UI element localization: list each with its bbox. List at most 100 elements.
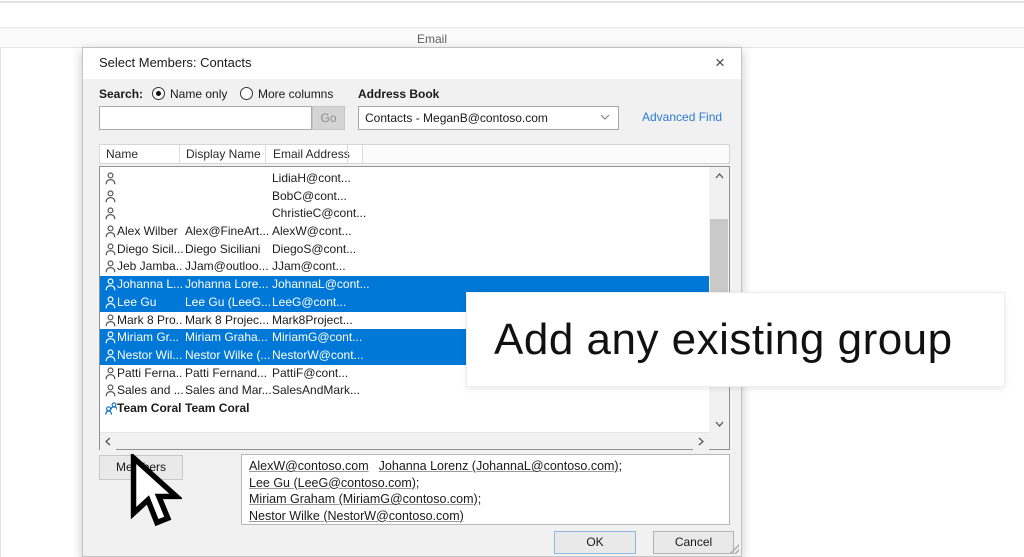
address-book-label: Address Book — [358, 87, 439, 101]
members-field[interactable]: AlexW@contoso.comJohanna Lorenz (Johanna… — [241, 454, 730, 525]
person-icon — [105, 207, 117, 220]
contact-name: Patti Ferna... — [117, 366, 183, 380]
contact-email: DiegoS@cont... — [272, 242, 472, 256]
vertical-scroll-thumb[interactable] — [710, 219, 728, 302]
contact-email: Mark8Project... — [272, 313, 472, 327]
contact-name: Miriam Gr... — [117, 330, 183, 344]
column-header-display-name[interactable]: Display Name — [186, 147, 261, 161]
contact-display-name: Lee Gu (LeeG... — [185, 295, 271, 309]
header-separator — [362, 145, 363, 163]
list-item[interactable]: Jeb Jamba...JJam@outloo...JJam@cont... — [100, 258, 709, 276]
contact-display-name: Diego Siciliani — [185, 242, 271, 256]
dialog-title: Select Members: Contacts — [99, 55, 251, 70]
members-line: Nestor Wilke (NestorW@contoso.com) — [249, 508, 722, 525]
go-button[interactable]: Go — [312, 106, 345, 130]
contact-name: Jeb Jamba... — [117, 259, 183, 273]
members-line: Lee Gu (LeeG@contoso.com); — [249, 475, 722, 492]
mouse-cursor-icon — [124, 454, 182, 528]
list-item[interactable]: ChristieC@cont... — [100, 205, 709, 223]
contact-display-name: Mark 8 Projec... — [185, 313, 271, 327]
list-item[interactable]: BobC@cont... — [100, 188, 709, 206]
person-icon — [105, 278, 117, 291]
contact-name: Lee Gu — [117, 295, 183, 309]
contact-email: MiriamG@cont... — [272, 330, 472, 344]
person-icon — [105, 331, 117, 344]
background-email-column-label: Email — [417, 32, 447, 46]
column-header-name[interactable]: Name — [106, 147, 138, 161]
contact-display-name: Patti Fernand... — [185, 366, 271, 380]
radio-name-only[interactable] — [152, 87, 165, 100]
group-icon — [105, 402, 117, 415]
resize-grip[interactable] — [729, 544, 739, 554]
column-header-email-address[interactable]: Email Address — [273, 147, 350, 161]
contact-email: NestorW@cont... — [272, 348, 472, 362]
chevron-up-icon[interactable] — [709, 167, 729, 184]
contact-name: Johanna L... — [117, 277, 183, 291]
list-item[interactable]: Team CoralTeam Coral — [100, 400, 709, 418]
chevron-right-icon[interactable] — [693, 433, 709, 450]
contact-name: Nestor Wil... — [117, 348, 183, 362]
person-icon — [105, 296, 117, 309]
search-label: Search: — [99, 87, 143, 101]
caption-text: Add any existing group — [467, 315, 953, 365]
chevron-left-icon[interactable] — [100, 433, 116, 450]
header-separator — [265, 145, 266, 163]
person-icon — [105, 349, 117, 362]
person-icon — [105, 384, 117, 397]
contact-email: JJam@cont... — [272, 259, 472, 273]
person-icon — [105, 243, 117, 256]
contact-email: JohannaL@cont... — [272, 277, 472, 291]
contact-display-name: Team Coral — [185, 401, 271, 415]
contact-display-name: Alex@FineArt... — [185, 224, 271, 238]
radio-more-columns-label[interactable]: More columns — [258, 87, 333, 101]
list-item[interactable]: LidiaH@cont... — [100, 170, 709, 188]
contact-email: ChristieC@cont... — [272, 206, 472, 220]
contact-email: PattiF@cont... — [272, 366, 472, 380]
radio-name-only-label[interactable]: Name only — [170, 87, 227, 101]
radio-more-columns[interactable] — [240, 87, 253, 100]
person-icon — [105, 190, 117, 203]
contact-email: LidiaH@cont... — [272, 171, 472, 185]
person-icon — [105, 314, 117, 327]
search-input[interactable] — [99, 106, 312, 130]
members-line: Miriam Graham (MiriamG@contoso.com); — [249, 491, 722, 508]
address-book-value: Contacts - MeganB@contoso.com — [365, 111, 548, 125]
ok-button[interactable]: OK — [554, 531, 636, 554]
contact-email: BobC@cont... — [272, 189, 472, 203]
scrollbar-corner — [709, 432, 729, 449]
contact-display-name: Johanna Lore... — [185, 277, 271, 291]
contact-email: AlexW@cont... — [272, 224, 472, 238]
header-separator — [179, 145, 180, 163]
person-icon — [105, 260, 117, 273]
dialog-titlebar: Select Members: Contacts × — [83, 48, 741, 79]
contact-email: SalesAndMark... — [272, 383, 472, 397]
close-icon[interactable]: × — [709, 52, 731, 74]
members-line: AlexW@contoso.comJohanna Lorenz (Johanna… — [249, 458, 722, 475]
header-separator — [347, 145, 348, 163]
person-icon — [105, 367, 117, 380]
contact-name: Mark 8 Pro... — [117, 313, 183, 327]
cancel-button[interactable]: Cancel — [653, 531, 734, 554]
list-item[interactable]: Diego Sicil...Diego SicilianiDiegoS@cont… — [100, 241, 709, 259]
chevron-down-icon — [600, 113, 610, 121]
contact-name: Sales and ... — [117, 383, 183, 397]
advanced-find-link[interactable]: Advanced Find — [642, 110, 722, 124]
contact-display-name: Sales and Mar... — [185, 383, 271, 397]
contact-display-name: Miriam Graha... — [185, 330, 271, 344]
contact-name: Team Coral — [117, 401, 183, 415]
list-item[interactable]: Alex WilberAlex@FineArt...AlexW@cont... — [100, 223, 709, 241]
address-book-dropdown[interactable]: Contacts - MeganB@contoso.com — [358, 106, 619, 130]
contact-name: Diego Sicil... — [117, 242, 183, 256]
person-icon — [105, 225, 117, 238]
background-header-band — [0, 27, 1024, 48]
contact-display-name: JJam@outloo... — [185, 259, 271, 273]
contact-email: LeeG@cont... — [272, 295, 472, 309]
contact-name: Alex Wilber — [117, 224, 183, 238]
horizontal-scrollbar[interactable] — [100, 432, 709, 449]
contact-display-name: Nestor Wilke (... — [185, 348, 271, 362]
chevron-down-icon[interactable] — [709, 415, 729, 432]
background-top-divider — [0, 1, 1024, 3]
background-left-divider — [0, 48, 1, 557]
caption-overlay: Add any existing group — [466, 292, 1005, 387]
list-column-header: Name Display Name Email Address — [99, 144, 730, 164]
